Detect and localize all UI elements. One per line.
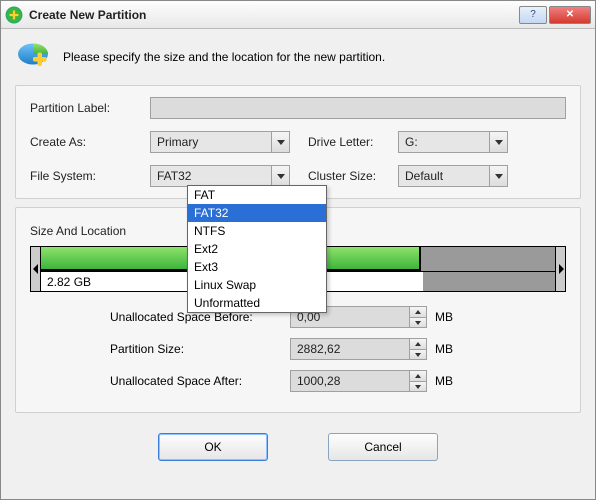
close-button[interactable]: ✕ (549, 6, 591, 24)
bar-bottom-gray (423, 272, 555, 291)
window-title: Create New Partition (29, 8, 519, 22)
create-as-combo[interactable]: Primary (150, 131, 290, 153)
dialog-footer: OK Cancel (15, 421, 581, 477)
cluster-size-lbl: Cluster Size: (308, 169, 398, 183)
partition-label-lbl: Partition Label: (30, 101, 150, 115)
cluster-size-value: Default (405, 169, 443, 183)
file-system-lbl: File System: (30, 169, 150, 183)
partition-size-input[interactable]: 2882,62 (290, 338, 410, 360)
file-system-value: FAT32 (157, 169, 191, 183)
spin-down-button[interactable] (410, 381, 426, 391)
space-after-input[interactable]: 1000,28 (290, 370, 410, 392)
drive-letter-combo[interactable]: G: (398, 131, 508, 153)
app-icon (5, 6, 23, 24)
spin-down-button[interactable] (410, 349, 426, 359)
fs-option[interactable]: Linux Swap (188, 276, 326, 294)
spin-up-button[interactable] (410, 339, 426, 349)
resize-handle-left[interactable] (31, 247, 41, 291)
fs-option[interactable]: Ext2 (188, 240, 326, 258)
file-system-combo[interactable]: FAT32 (150, 165, 290, 187)
drive-letter-lbl: Drive Letter: (308, 135, 398, 149)
fs-option[interactable]: Ext3 (188, 258, 326, 276)
ok-button[interactable]: OK (158, 433, 268, 461)
fs-option[interactable]: FAT (188, 186, 326, 204)
instruction-text: Please specify the size and the location… (63, 50, 385, 64)
create-as-value: Primary (157, 135, 198, 149)
space-after-lbl: Unallocated Space After: (110, 374, 290, 388)
fs-option[interactable]: NTFS (188, 222, 326, 240)
unit-label: MB (435, 310, 453, 324)
unit-label: MB (435, 374, 453, 388)
drive-letter-value: G: (405, 135, 418, 149)
resize-handle-right[interactable] (555, 247, 565, 291)
cancel-button[interactable]: Cancel (328, 433, 438, 461)
chevron-down-icon (489, 132, 507, 152)
chevron-down-icon (271, 132, 289, 152)
spin-up-button[interactable] (410, 371, 426, 381)
bar-segment-unalloc (421, 247, 555, 271)
unit-label: MB (435, 342, 453, 356)
create-as-lbl: Create As: (30, 135, 150, 149)
titlebar: Create New Partition ? ✕ (1, 1, 595, 29)
fs-option[interactable]: Unformatted (188, 294, 326, 312)
cluster-size-combo[interactable]: Default (398, 165, 508, 187)
form-panel: Partition Label: Create As: Primary Driv… (15, 85, 581, 199)
partition-size-lbl: Partition Size: (110, 342, 290, 356)
chevron-down-icon (489, 166, 507, 186)
spin-up-button[interactable] (410, 307, 426, 317)
file-system-dropdown[interactable]: FATFAT32NTFSExt2Ext3Linux SwapUnformatte… (187, 185, 327, 313)
partition-icon (15, 39, 51, 75)
help-button[interactable]: ? (519, 6, 547, 24)
dialog-window: Create New Partition ? ✕ (0, 0, 596, 500)
fs-option[interactable]: FAT32 (188, 204, 326, 222)
chevron-down-icon (271, 166, 289, 186)
partition-label-input[interactable] (150, 97, 566, 119)
spin-down-button[interactable] (410, 317, 426, 327)
dialog-content: Please specify the size and the location… (1, 29, 595, 499)
